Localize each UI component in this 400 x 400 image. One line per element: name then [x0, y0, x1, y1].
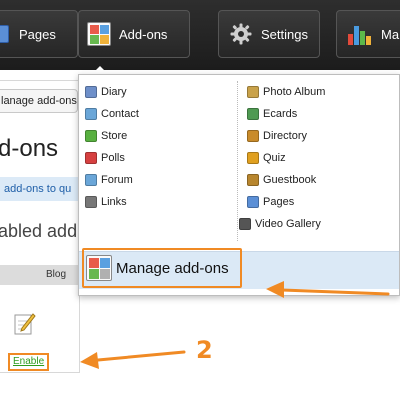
blog-pencil-icon: [14, 311, 36, 335]
menu-item-links[interactable]: Links: [85, 191, 139, 213]
menu-item-label: Links: [101, 196, 127, 208]
nav-addons-button[interactable]: Add-ons: [78, 10, 190, 58]
guestbook-icon: [247, 174, 259, 186]
enable-link[interactable]: Enable: [8, 353, 50, 371]
arrow-to-enable-head: [80, 352, 99, 369]
addons-grid-icon: [87, 22, 111, 46]
forum-icon: [85, 174, 97, 186]
ecards-icon: [247, 108, 259, 120]
addons-side-panel: lanage add-ons d-ons add-ons to qu abled…: [0, 80, 80, 373]
dropdown-caret: [92, 66, 108, 74]
blog-column-header: Blog: [0, 265, 79, 285]
nav-settings-button[interactable]: Settings: [218, 10, 320, 58]
bar-chart-icon: [347, 22, 373, 46]
menu-item-label: Pages: [263, 196, 295, 208]
video-gallery-icon: [239, 218, 251, 230]
menu-item-photo-album[interactable]: Photo Album: [247, 81, 325, 103]
menu-item-label: Contact: [101, 108, 139, 120]
store-icon: [85, 130, 97, 142]
menu-item-pages[interactable]: Pages: [247, 191, 325, 213]
manage-addons-tab[interactable]: lanage add-ons: [0, 89, 78, 113]
page-title: d-ons: [0, 135, 59, 162]
nav-pages-button[interactable]: Pages: [0, 10, 78, 58]
arrow-to-enable-line: [96, 350, 186, 362]
menu-item-video-gallery[interactable]: Video Gallery: [239, 213, 325, 235]
step-number-label: 2: [196, 336, 213, 364]
menu-item-polls[interactable]: Polls: [85, 147, 139, 169]
directory-icon: [247, 130, 259, 142]
info-hint: add-ons to qu: [0, 177, 79, 201]
menu-item-store[interactable]: Store: [85, 125, 139, 147]
nav-addons-label: Add-ons: [119, 26, 168, 42]
menu-item-guestbook[interactable]: Guestbook: [247, 169, 325, 191]
menu-item-ecards[interactable]: Ecards: [247, 103, 325, 125]
pages-icon: [0, 25, 9, 43]
quiz-icon: [247, 152, 259, 164]
menu-item-directory[interactable]: Directory: [247, 125, 325, 147]
manage-addons-button[interactable]: Manage add-ons: [82, 248, 242, 288]
menu-item-label: Photo Album: [263, 86, 326, 98]
nav-pages-label: Pages: [19, 26, 56, 42]
dropdown-right-column: Photo Album Ecards Directory Quiz Guestb…: [239, 81, 325, 235]
photo-album-icon: [247, 86, 259, 98]
menu-item-contact[interactable]: Contact: [85, 103, 139, 125]
gear-icon: [229, 22, 253, 46]
nav-marketing-label: Ma: [381, 26, 400, 42]
menu-item-label: Video Gallery: [255, 218, 321, 230]
menu-item-label: Directory: [263, 130, 308, 142]
nav-settings-label: Settings: [261, 26, 308, 42]
manage-addons-icon: [86, 255, 112, 281]
menu-item-label: Polls: [101, 152, 125, 164]
menu-item-label: Store: [101, 130, 128, 142]
menu-item-quiz[interactable]: Quiz: [247, 147, 325, 169]
section-heading: abled add: [0, 221, 78, 241]
nav-marketing-button[interactable]: Ma: [336, 10, 400, 58]
column-divider: [237, 81, 238, 241]
polls-icon: [85, 152, 97, 164]
menu-item-forum[interactable]: Forum: [85, 169, 139, 191]
pages-icon: [247, 196, 259, 208]
menu-item-diary[interactable]: Diary: [85, 81, 139, 103]
menu-item-label: Diary: [101, 86, 127, 98]
dropdown-left-column: Diary Contact Store Polls Forum Links: [85, 81, 139, 213]
links-icon: [85, 196, 97, 208]
diary-icon: [85, 86, 97, 98]
menu-item-label: Quiz: [263, 152, 286, 164]
menu-item-label: Ecards: [263, 108, 298, 120]
contact-icon: [85, 108, 97, 120]
menu-item-label: Forum: [101, 174, 133, 186]
top-navbar: Pages Add-ons Settings Ma: [0, 0, 400, 70]
menu-item-label: Guestbook: [263, 174, 317, 186]
manage-addons-label: Manage add-ons: [116, 259, 229, 277]
